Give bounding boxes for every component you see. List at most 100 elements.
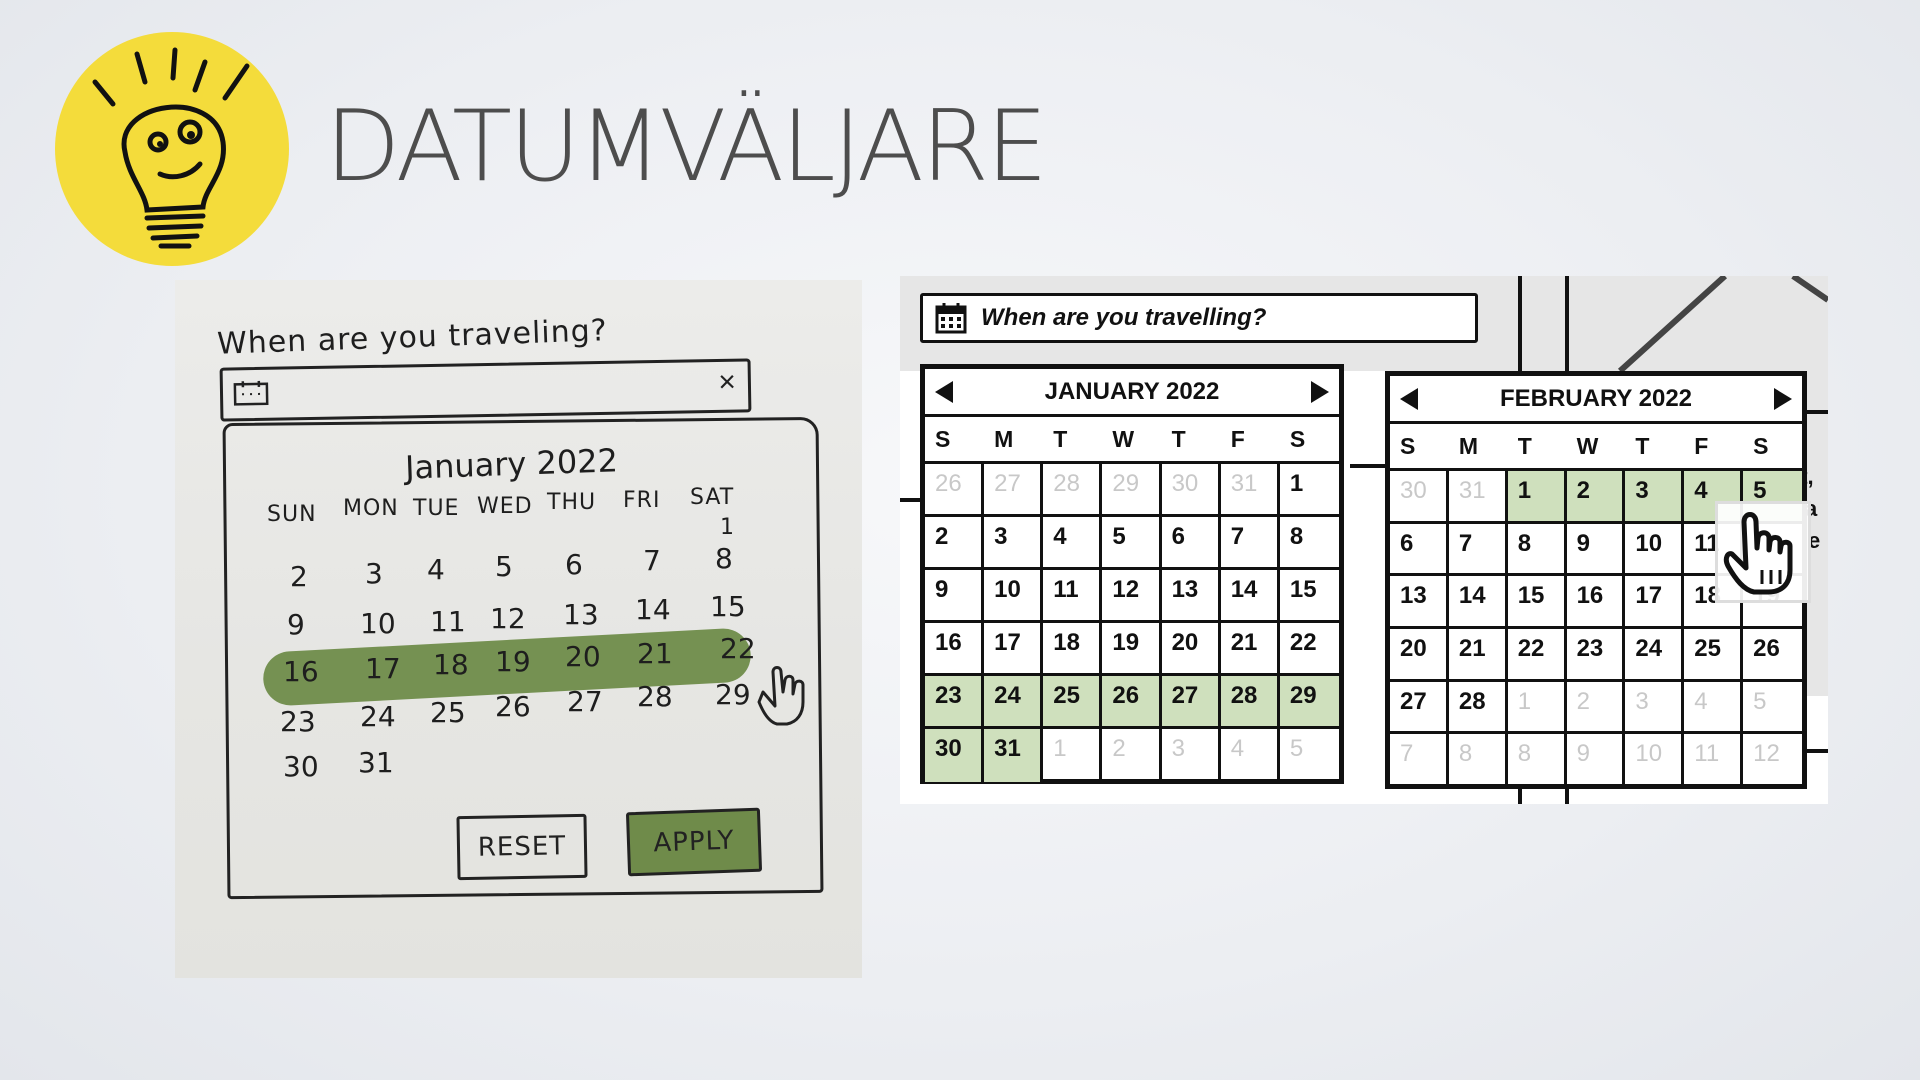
sketch-day[interactable]: 28 [637,680,673,713]
day-cell[interactable]: 16 [925,623,985,676]
day-cell[interactable]: 2 [1566,681,1626,735]
day-cell[interactable]: 14 [1448,576,1508,629]
sketch-day-selected[interactable]: 21 [637,637,673,670]
day-cell[interactable]: 27 [984,464,1044,517]
sketch-day[interactable]: 13 [563,598,599,631]
day-cell[interactable]: 9 [1566,523,1626,577]
day-cell[interactable]: 27 [1390,681,1449,735]
day-cell-selected[interactable]: 2 [1566,471,1626,524]
day-cell[interactable]: 20 [1390,629,1449,682]
reset-button[interactable]: RESET [456,813,588,881]
day-cell[interactable]: 8 [1507,523,1567,577]
day-cell[interactable]: 5 [1743,682,1802,735]
sketch-day[interactable]: 31 [358,746,394,779]
sketch-day-selected[interactable]: 18 [433,648,469,681]
sketch-day-selected[interactable]: 22 [720,632,756,665]
close-icon[interactable]: × [718,366,736,400]
sketch-day[interactable]: 10 [360,607,396,640]
day-cell-selected[interactable]: 3 [1625,471,1685,524]
day-cell[interactable]: 1 [1507,681,1567,735]
day-cell[interactable]: 28 [1448,681,1508,735]
day-cell[interactable]: 5 [1102,517,1162,570]
day-cell[interactable]: 19 [1102,623,1162,676]
day-cell[interactable]: 17 [984,623,1044,676]
day-cell[interactable]: 13 [1390,576,1449,629]
day-cell[interactable]: 30 [1161,464,1221,517]
day-cell[interactable]: 4 [1221,729,1280,782]
sketch-day[interactable]: 6 [565,548,583,581]
sketch-day[interactable]: 26 [495,690,531,723]
day-cell[interactable]: 23 [1566,629,1626,682]
day-cell[interactable]: 13 [1161,570,1221,623]
next-month-arrow-icon[interactable] [1773,387,1792,410]
day-cell[interactable]: 10 [1625,734,1685,787]
day-cell[interactable]: 26 [925,464,985,517]
search-input[interactable]: When are you travelling? [920,293,1478,343]
day-cell[interactable]: 22 [1279,623,1339,676]
sketch-day[interactable]: 2 [290,560,308,593]
day-cell[interactable]: 31 [1448,471,1508,524]
sketch-day[interactable]: 1 [720,515,734,540]
day-cell[interactable]: 3 [984,517,1044,570]
day-cell[interactable]: 1 [1043,729,1103,782]
day-cell-selected[interactable]: 31 [984,729,1044,782]
sketch-day[interactable]: 27 [567,685,603,718]
day-cell[interactable]: 28 [1043,464,1103,517]
sketch-day[interactable]: 12 [490,602,526,635]
sketch-day[interactable]: 14 [635,593,671,626]
day-cell[interactable]: 15 [1279,570,1339,623]
day-cell[interactable]: 29 [1102,464,1162,517]
day-cell[interactable]: 17 [1625,576,1685,629]
day-cell[interactable]: 4 [1684,681,1744,735]
day-cell[interactable]: 16 [1566,576,1626,629]
day-cell[interactable]: 21 [1448,629,1508,682]
day-cell[interactable]: 6 [1161,517,1221,570]
day-cell[interactable]: 8 [1508,734,1567,787]
day-cell[interactable]: 7 [1448,523,1508,577]
day-cell-selected[interactable]: 1 [1507,471,1567,524]
day-cell[interactable]: 1 [1279,464,1339,517]
day-cell[interactable]: 18 [1043,623,1103,676]
day-cell[interactable]: 10 [1625,523,1685,577]
sketch-day[interactable]: 7 [643,544,661,577]
sketch-day[interactable]: 8 [715,542,733,575]
day-cell-selected[interactable]: 29 [1279,676,1339,729]
sketch-day[interactable]: 25 [430,696,466,729]
next-month-arrow-icon[interactable] [1311,380,1329,403]
sketch-day[interactable]: 29 [715,678,751,711]
sketch-day[interactable]: 4 [427,553,445,586]
apply-button[interactable]: APPLY [625,807,763,877]
day-cell[interactable]: 5 [1280,729,1339,782]
sketch-day[interactable]: 9 [287,608,305,641]
day-cell[interactable]: 11 [1684,734,1744,787]
sketch-day[interactable]: 15 [710,590,746,623]
day-cell[interactable]: 7 [1220,517,1280,570]
day-cell[interactable]: 3 [1625,681,1685,735]
day-cell[interactable]: 9 [925,570,985,623]
day-cell[interactable]: 2 [925,517,985,570]
day-cell-selected[interactable]: 26 [1102,676,1162,729]
day-cell[interactable]: 12 [1102,570,1162,623]
day-cell[interactable]: 10 [984,570,1044,623]
sketch-day-selected[interactable]: 17 [365,652,401,685]
day-cell[interactable]: 11 [1043,570,1103,623]
sketch-day-selected[interactable]: 20 [565,640,601,673]
day-cell-selected[interactable]: 30 [925,729,985,782]
day-cell[interactable]: 21 [1220,623,1280,676]
day-cell-selected[interactable]: 25 [1043,676,1103,729]
day-cell[interactable]: 9 [1567,734,1626,787]
day-cell[interactable]: 3 [1162,729,1221,782]
sketch-date-input[interactable]: × [219,358,752,422]
day-cell[interactable]: 14 [1220,570,1280,623]
day-cell[interactable]: 25 [1684,629,1744,682]
day-cell-selected[interactable]: 27 [1161,676,1221,729]
day-cell-selected[interactable]: 24 [984,676,1044,729]
sketch-day[interactable]: 30 [283,750,319,783]
day-cell[interactable]: 31 [1220,464,1280,517]
day-cell[interactable]: 8 [1449,734,1508,787]
sketch-day-selected[interactable]: 19 [495,645,531,678]
prev-month-arrow-icon[interactable] [935,380,953,403]
day-cell[interactable]: 30 [1390,471,1449,524]
day-cell[interactable]: 15 [1507,576,1567,629]
day-cell[interactable]: 2 [1102,729,1162,782]
